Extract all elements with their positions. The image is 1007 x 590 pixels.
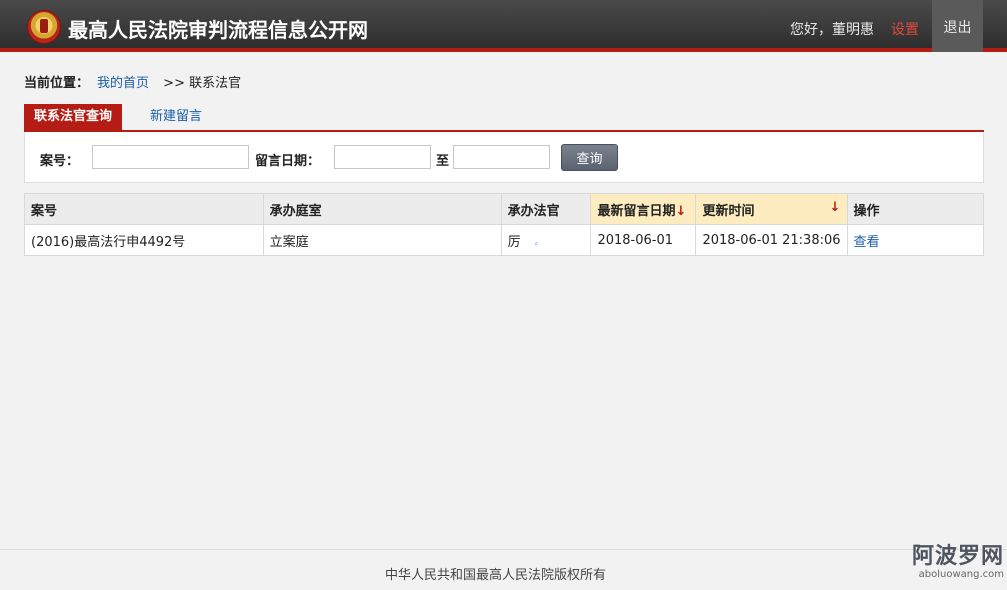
logout-button[interactable]: 退出: [932, 0, 983, 52]
cell-case-no: (2016)最高法行申4492号: [24, 224, 264, 256]
sort-down-arrow-icon[interactable]: ↓: [830, 200, 841, 215]
cell-action: 查看: [846, 224, 985, 256]
cell-updated: 2018-06-01 21:38:06: [695, 224, 848, 256]
user-greeting: 您好，董明惠: [790, 22, 874, 38]
sort-down-arrow-icon[interactable]: ↓: [675, 204, 686, 219]
col-updated-label: 更新时间: [702, 203, 755, 219]
col-header-case-no: 案号: [24, 193, 264, 225]
breadcrumb-separator: >>: [163, 76, 185, 91]
tab-contact-judge-query[interactable]: 联系法官查询: [24, 104, 123, 130]
settings-link[interactable]: 设置: [891, 19, 919, 39]
watermark-logo: 阿波罗网 aboluowang.com: [870, 546, 1004, 580]
cell-department: 立案庭: [262, 224, 502, 256]
breadcrumb-home-link[interactable]: 我的首页: [97, 76, 149, 91]
tab-bar: 联系法官查询 新建留言: [24, 104, 984, 132]
footer: 中华人民共和国最高人民法院版权所有: [0, 549, 1007, 590]
query-button[interactable]: 查询: [561, 144, 618, 171]
date-to-label: 至: [436, 154, 450, 169]
col-latest-date-label: 最新留言日期: [597, 203, 676, 219]
case-no-label: 案号：: [40, 154, 80, 169]
table-header-row: 案号 承办庭室 承办法官 最新留言日期↓ 更新时间 ↓ 操作: [24, 193, 985, 225]
col-header-judge: 承办法官: [500, 193, 592, 225]
court-emblem-icon: [27, 10, 61, 44]
cell-latest-date: 2018-06-01: [590, 224, 697, 256]
view-link[interactable]: 查看: [854, 235, 880, 250]
date-to-input[interactable]: [453, 145, 550, 169]
col-header-department: 承办庭室: [262, 193, 502, 225]
message-date-label: 留言日期：: [255, 154, 321, 169]
message-indicator-icon: ⸗: [534, 238, 538, 249]
col-header-updated[interactable]: 更新时间 ↓: [695, 193, 848, 225]
breadcrumb-label: 当前位置：: [24, 76, 90, 91]
search-panel: 案号： 留言日期： 至 查询: [24, 132, 984, 183]
site-title: 最高人民法院审判流程信息公开网: [68, 18, 368, 42]
message-table: 案号 承办庭室 承办法官 最新留言日期↓ 更新时间 ↓ 操作 (2016)最高法行…: [24, 193, 985, 256]
footer-copyright: 中华人民共和国最高人民法院版权所有: [385, 568, 607, 583]
case-no-input[interactable]: [92, 145, 249, 169]
col-header-action: 操作: [846, 193, 985, 225]
watermark-main-text: 阿波罗网: [911, 544, 1004, 569]
cell-judge: 厉 ⸗: [500, 224, 592, 256]
judge-name: 厉: [507, 234, 521, 250]
watermark-sub-text: aboluowang.com: [918, 569, 1004, 580]
breadcrumb-current: 联系法官: [189, 76, 242, 91]
breadcrumb: 当前位置： 我的首页 >> 联系法官: [24, 72, 241, 91]
col-header-latest-date[interactable]: 最新留言日期↓: [590, 193, 697, 225]
table-row: (2016)最高法行申4492号 立案庭 厉 ⸗ 2018-06-01 2018-…: [24, 224, 985, 256]
top-header: 最高人民法院审判流程信息公开网 您好，董明惠 设置 退出: [0, 0, 1007, 52]
tab-new-message[interactable]: 新建留言: [140, 104, 212, 130]
date-from-input[interactable]: [334, 145, 431, 169]
